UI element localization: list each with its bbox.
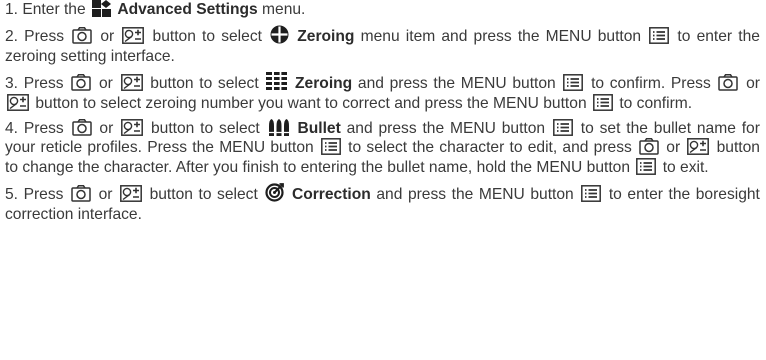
step-1: 1. Enter the Advanced Settings menu. <box>5 0 306 18</box>
menu-button-icon <box>552 118 573 136</box>
step-number: 3. <box>5 74 19 92</box>
step-3: 3. Press or button to select Zeroing and… <box>0 71 766 113</box>
menu-item-bullet: Bullet <box>297 119 341 137</box>
step-5: 5. Press or button to select Correction … <box>0 183 766 224</box>
zoom-button-icon <box>121 118 144 136</box>
step-2: 2. Press or button to select Zeroing men… <box>0 25 766 66</box>
step-4: 4. Press or button to select Bullet and … <box>5 118 760 176</box>
step-number: 2. <box>5 28 19 46</box>
correction-target-icon <box>265 183 285 202</box>
zoom-button-icon <box>122 27 145 45</box>
bullet-icon <box>268 118 290 136</box>
camera-button-icon <box>71 185 91 202</box>
menu-button-icon <box>636 157 657 175</box>
menu-button-icon <box>649 27 670 45</box>
menu-button-icon <box>593 93 613 111</box>
step-number: 5. <box>5 186 19 204</box>
zoom-button-icon <box>120 185 142 203</box>
step-number: 1. <box>5 1 19 18</box>
menu-item-correction: Correction <box>291 186 371 204</box>
zoom-button-icon <box>7 93 29 111</box>
menu-label-advanced-settings: Advanced Settings <box>117 1 258 18</box>
menu-item-zeroing: Zeroing <box>297 28 355 46</box>
camera-button-icon <box>639 138 659 156</box>
menu-button-icon <box>581 185 602 203</box>
menu-button-icon <box>320 138 341 156</box>
zeroing-crosshair-icon <box>270 25 289 44</box>
advanced-settings-icon <box>91 0 111 17</box>
zoom-button-icon <box>687 138 710 156</box>
menu-item-zeroing-number: Zeroing <box>295 74 353 92</box>
instruction-list: 1. Enter the Advanced Settings menu. 2. … <box>0 0 766 224</box>
camera-button-icon <box>718 74 739 91</box>
menu-button-icon <box>563 74 584 91</box>
camera-button-icon <box>71 118 92 136</box>
zeroing-number-icon <box>266 71 288 91</box>
camera-button-icon <box>72 27 92 44</box>
camera-button-icon <box>71 74 92 91</box>
zoom-button-icon <box>120 74 143 91</box>
step-number: 4. <box>5 119 19 137</box>
